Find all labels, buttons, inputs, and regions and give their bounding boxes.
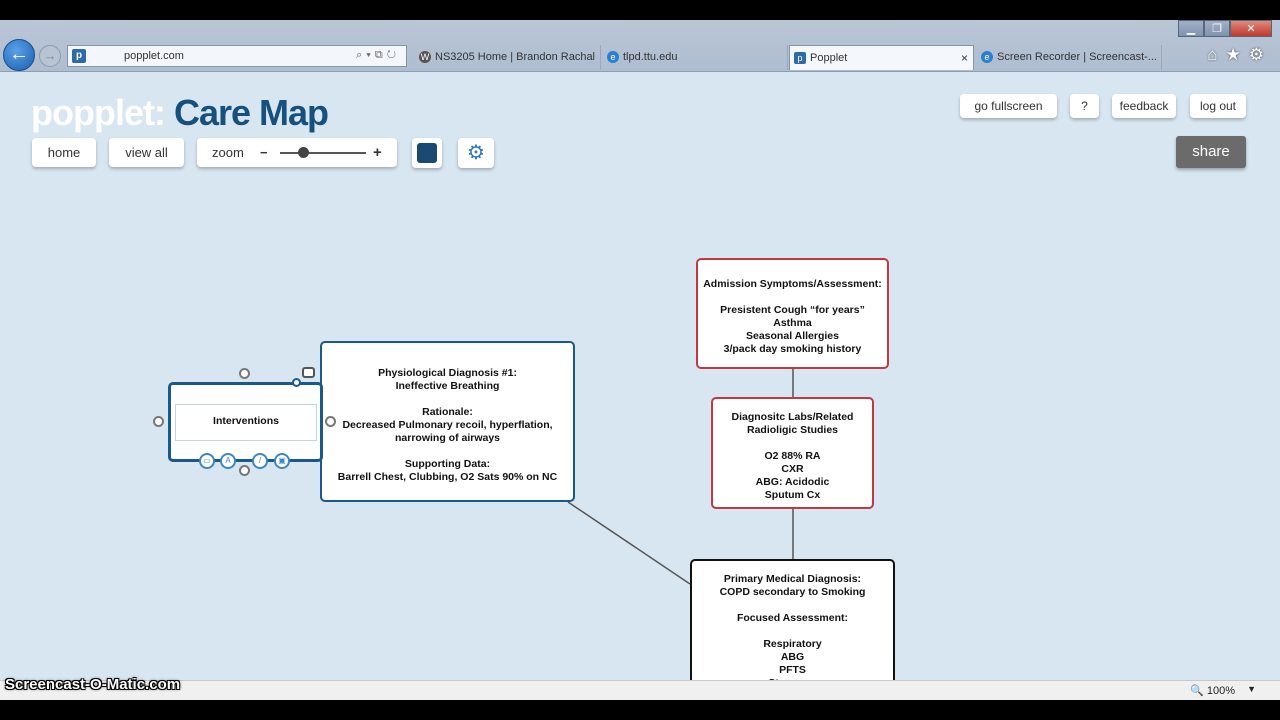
connector-lines xyxy=(567,369,794,585)
connect-handle[interactable] xyxy=(292,378,301,387)
forward-button[interactable]: → xyxy=(39,45,61,67)
address-tools-icon[interactable]: ⌕▾⧉↻ xyxy=(356,49,400,62)
popplet-text: Primary Medical Diagnosis: COPD secondar… xyxy=(719,573,866,680)
popplet-text: Physiological Diagnosis #1: Ineffective … xyxy=(337,367,558,483)
browser-icons: ⌂★⚙ xyxy=(1207,45,1272,65)
zoom-control: zoom − + xyxy=(197,138,397,167)
logo-brand: popplet: xyxy=(31,92,166,133)
image-tool-icon[interactable]: ▣ xyxy=(274,453,290,469)
popplet-primary-diagnosis[interactable]: Primary Medical Diagnosis: COPD secondar… xyxy=(690,559,895,680)
settings-gear-icon[interactable]: ⚙ xyxy=(458,138,494,168)
address-url: popplet.com xyxy=(124,50,184,62)
window-controls: ▁ ❐ ✕ xyxy=(1178,20,1272,38)
share-button[interactable]: share xyxy=(1176,136,1246,168)
tab-label: Popplet xyxy=(810,52,848,64)
zoom-level[interactable]: 🔍 100% xyxy=(1190,684,1235,697)
comment-icon[interactable] xyxy=(302,367,315,378)
popplet-canvas[interactable]: Physiological Diagnosis #1: Ineffective … xyxy=(0,72,1280,680)
add-popplet-top-handle[interactable] xyxy=(239,368,250,379)
minimize-button[interactable]: ▁ xyxy=(1178,20,1204,37)
popplet-admission-symptoms[interactable]: Admission Symptoms/Assessment: Presisten… xyxy=(696,258,889,369)
screen: ▁ ❐ ✕ ← → p popplet.com ⌕▾⧉↻ W NS3205 Ho… xyxy=(0,0,1280,720)
feedback-button[interactable]: feedback xyxy=(1112,94,1176,118)
color-swatch xyxy=(417,143,437,163)
zoom-in-button[interactable]: + xyxy=(373,138,382,167)
popplet-text: Interventions xyxy=(213,415,279,427)
fullscreen-button[interactable]: go fullscreen xyxy=(960,94,1057,118)
tab-label: tlpd.ttu.edu xyxy=(623,51,678,63)
zoom-slider-handle[interactable] xyxy=(298,147,309,158)
popplet-app: Physiological Diagnosis #1: Ineffective … xyxy=(0,72,1280,680)
tab-screen-recorder[interactable]: e Screen Recorder | Screencast-... xyxy=(977,45,1162,70)
status-bar: 🔍 100% ▼ xyxy=(0,680,1280,700)
help-button[interactable]: ? xyxy=(1070,94,1099,118)
popplet-interventions[interactable]: Interventions xyxy=(168,382,323,462)
zoom-value: 100% xyxy=(1206,685,1235,697)
tab-tlpd[interactable]: e tlpd.ttu.edu xyxy=(603,45,788,70)
zoom-label: zoom xyxy=(212,145,244,160)
popplet-logo: popplet: Care Map xyxy=(31,92,329,134)
zoom-slider-track[interactable] xyxy=(280,152,366,154)
view-all-button[interactable]: view all xyxy=(109,138,184,167)
home-icon[interactable]: ⌂ xyxy=(1207,45,1225,64)
tab-label: Screen Recorder | Screencast-... xyxy=(997,51,1157,63)
board-title: Care Map xyxy=(173,92,329,133)
wordpress-icon: W xyxy=(419,51,431,63)
favorites-star-icon[interactable]: ★ xyxy=(1226,45,1249,64)
screencast-watermark: Screencast-O-Matic.com xyxy=(5,676,181,693)
draw-tool-icon[interactable]: / xyxy=(252,453,268,469)
restore-button[interactable]: ❐ xyxy=(1204,20,1230,37)
tab-popplet[interactable]: p Popplet × xyxy=(789,45,974,70)
ie-icon: e xyxy=(607,51,619,63)
add-popplet-right-handle[interactable] xyxy=(325,416,336,427)
color-tool-icon[interactable]: ▭ xyxy=(199,453,215,469)
window-close-button[interactable]: ✕ xyxy=(1230,20,1272,37)
connector-physio-primary xyxy=(567,501,691,585)
home-button[interactable]: home xyxy=(32,138,96,167)
settings-gear-icon[interactable]: ⚙ xyxy=(1249,45,1272,64)
popplet-diagnostic-labs[interactable]: Diagnositc Labs/Related Radioligic Studi… xyxy=(711,397,874,509)
tab-ns3205[interactable]: W NS3205 Home | Brandon Rachal xyxy=(415,45,601,70)
logout-button[interactable]: log out xyxy=(1190,94,1246,118)
add-popplet-left-handle[interactable] xyxy=(153,416,164,427)
zoom-out-button[interactable]: − xyxy=(260,138,268,167)
tab-label: NS3205 Home | Brandon Rachal xyxy=(435,51,596,63)
popplet-text: Admission Symptoms/Assessment: Presisten… xyxy=(703,278,882,355)
popplet-text-editor[interactable]: Interventions xyxy=(175,404,317,441)
background-color-button[interactable] xyxy=(412,138,442,168)
popplet-physiological-diagnosis[interactable]: Physiological Diagnosis #1: Ineffective … xyxy=(320,341,575,502)
back-button[interactable]: ← xyxy=(3,39,35,71)
text-tool-icon[interactable]: A xyxy=(220,453,236,469)
add-popplet-bottom-handle[interactable] xyxy=(239,465,250,476)
popplet-text: Diagnositc Labs/Related Radioligic Studi… xyxy=(731,411,854,501)
ie-icon: e xyxy=(981,51,993,63)
address-bar[interactable]: p popplet.com ⌕▾⧉↻ xyxy=(67,45,407,67)
chevron-down-icon[interactable]: ▼ xyxy=(1247,684,1256,694)
tab-close-icon[interactable]: × xyxy=(961,51,968,65)
popplet-favicon-icon: p xyxy=(72,49,86,63)
popplet-icon: p xyxy=(794,52,806,64)
